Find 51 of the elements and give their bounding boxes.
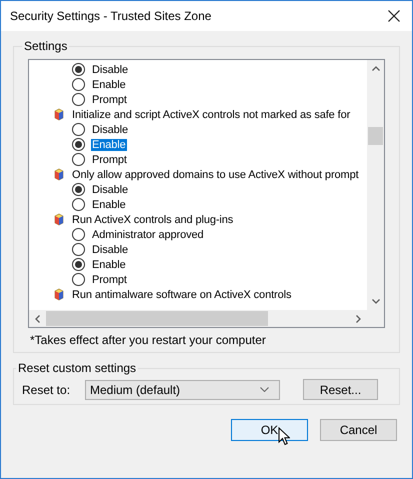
radio-button[interactable] — [72, 78, 85, 91]
radio-button[interactable] — [72, 138, 85, 151]
scroll-left-icon[interactable] — [35, 314, 40, 322]
option-label[interactable]: Prompt — [91, 154, 128, 166]
radio-button[interactable] — [72, 243, 85, 256]
reset-to-label: Reset to: — [22, 382, 72, 396]
radio-button[interactable] — [72, 198, 85, 211]
radio-button[interactable] — [72, 63, 85, 76]
radio-button[interactable] — [72, 123, 85, 136]
radio-button[interactable] — [72, 183, 85, 196]
scroll-thumb[interactable] — [368, 127, 383, 145]
scroll-thumb[interactable] — [46, 311, 268, 326]
option-label[interactable]: Disable — [91, 184, 129, 196]
option-label[interactable]: Prompt — [91, 274, 128, 286]
level-dropdown[interactable]: Medium (default) — [85, 380, 280, 400]
scroll-right-icon[interactable] — [356, 314, 361, 322]
option-label[interactable]: Disable — [91, 64, 129, 76]
close-icon[interactable] — [388, 10, 400, 22]
radio-button[interactable] — [72, 273, 85, 286]
option-label[interactable]: Enable — [91, 138, 127, 150]
reset-button[interactable]: Reset... — [303, 379, 378, 400]
option-label[interactable]: Disable — [91, 124, 129, 136]
setting-title: Initialize and script ActiveX controls not marked as safe for — [72, 108, 350, 120]
option-label[interactable]: Administrator approved — [91, 228, 205, 240]
setting-title: Run antimalware software on ActiveX controls — [72, 288, 292, 300]
setting-title: Run ActiveX controls and plug-ins — [72, 214, 234, 226]
ok-button[interactable]: OK — [231, 419, 308, 441]
vertical-scrollbar[interactable] — [367, 60, 384, 310]
scroll-down-icon[interactable] — [372, 299, 380, 304]
option-label[interactable]: Enable — [91, 258, 127, 270]
cursor-icon — [278, 427, 290, 446]
scroll-up-icon[interactable] — [372, 66, 380, 71]
window-title: Security Settings - Trusted Sites Zone — [10, 9, 212, 23]
cancel-button[interactable]: Cancel — [320, 419, 397, 441]
group-label: Reset custom settings — [17, 361, 138, 375]
chevron-down-icon — [260, 387, 269, 392]
radio-button[interactable] — [72, 153, 85, 166]
option-label[interactable]: Enable — [91, 78, 127, 90]
settings-icon — [54, 168, 64, 181]
settings-icon — [54, 108, 64, 121]
radio-button[interactable] — [72, 228, 85, 241]
radio-button[interactable] — [72, 93, 85, 106]
settings-icon — [54, 213, 64, 226]
option-label[interactable]: Disable — [91, 244, 129, 256]
setting-title: Only allow approved domains to use ActiveX without prompt — [72, 168, 359, 180]
option-label[interactable]: Enable — [91, 198, 127, 210]
settings-icon — [54, 288, 64, 301]
group-label: Settings — [23, 39, 68, 53]
radio-button[interactable] — [72, 258, 85, 271]
restart-note: *Takes effect after you restart your computer — [29, 333, 267, 347]
option-label[interactable]: Prompt — [91, 94, 128, 106]
